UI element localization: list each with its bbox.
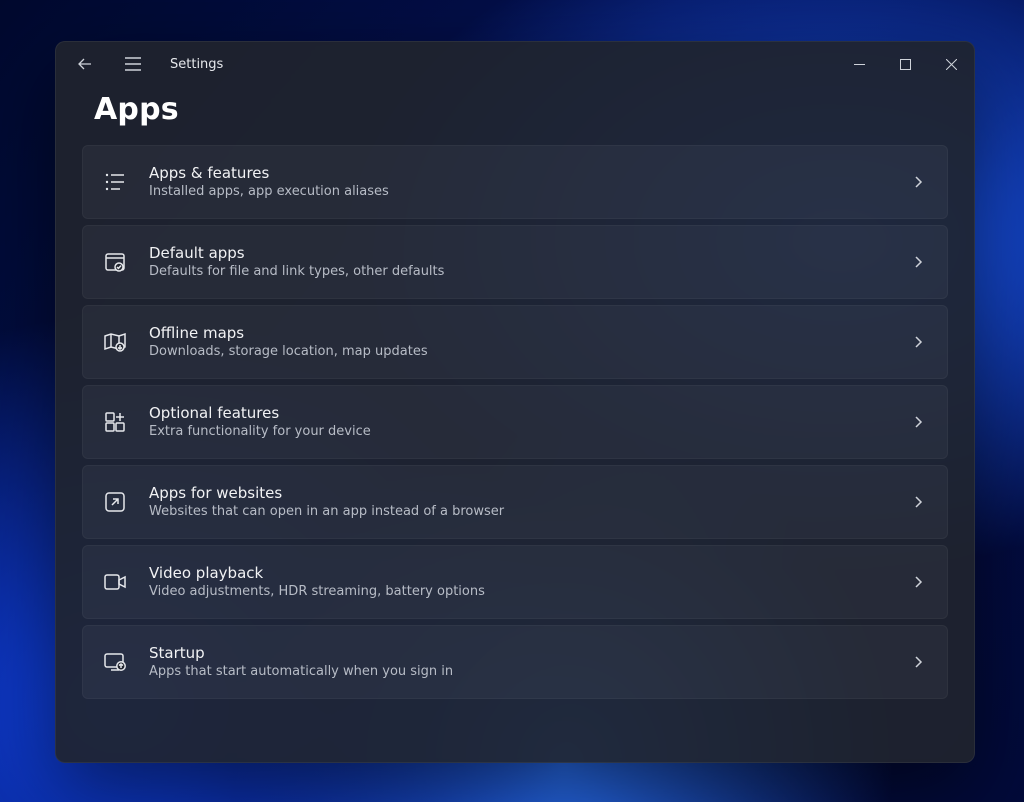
item-subtitle: Extra functionality for your device [149, 424, 909, 440]
item-subtitle: Websites that can open in an app instead… [149, 504, 909, 520]
item-text: Apps for websites Websites that can open… [149, 484, 909, 521]
maximize-icon [900, 59, 911, 70]
item-subtitle: Downloads, storage location, map updates [149, 344, 909, 360]
chevron-right-icon [909, 653, 927, 671]
titlebar-left: Settings [70, 49, 223, 79]
settings-window: Settings Apps Apps & [55, 41, 975, 763]
item-title: Apps for websites [149, 484, 909, 503]
video-playback-icon [101, 568, 129, 596]
item-text: Offline maps Downloads, storage location… [149, 324, 909, 361]
startup-icon [101, 648, 129, 676]
item-title: Offline maps [149, 324, 909, 343]
chevron-right-icon [909, 253, 927, 271]
item-apps-for-websites[interactable]: Apps for websites Websites that can open… [82, 465, 948, 539]
window-controls [836, 48, 974, 80]
item-subtitle: Installed apps, app execution aliases [149, 184, 909, 200]
item-text: Optional features Extra functionality fo… [149, 404, 909, 441]
item-title: Startup [149, 644, 909, 663]
minimize-icon [854, 59, 865, 70]
item-subtitle: Video adjustments, HDR streaming, batter… [149, 584, 909, 600]
hamburger-icon [124, 57, 142, 71]
chevron-right-icon [909, 493, 927, 511]
close-button[interactable] [928, 48, 974, 80]
item-video-playback[interactable]: Video playback Video adjustments, HDR st… [82, 545, 948, 619]
apps-websites-icon [101, 488, 129, 516]
settings-list: Apps & features Installed apps, app exec… [56, 145, 974, 699]
minimize-button[interactable] [836, 48, 882, 80]
maximize-button[interactable] [882, 48, 928, 80]
offline-maps-icon [101, 328, 129, 356]
optional-features-icon [101, 408, 129, 436]
page-title: Apps [94, 92, 974, 127]
item-subtitle: Defaults for file and link types, other … [149, 264, 909, 280]
app-title: Settings [170, 57, 223, 72]
titlebar: Settings [56, 42, 974, 86]
item-text: Apps & features Installed apps, app exec… [149, 164, 909, 201]
item-title: Optional features [149, 404, 909, 423]
nav-menu-button[interactable] [118, 49, 148, 79]
item-subtitle: Apps that start automatically when you s… [149, 664, 909, 680]
chevron-right-icon [909, 413, 927, 431]
back-arrow-icon [77, 56, 93, 72]
item-title: Default apps [149, 244, 909, 263]
item-text: Default apps Defaults for file and link … [149, 244, 909, 281]
apps-features-icon [101, 168, 129, 196]
item-default-apps[interactable]: Default apps Defaults for file and link … [82, 225, 948, 299]
item-offline-maps[interactable]: Offline maps Downloads, storage location… [82, 305, 948, 379]
item-text: Startup Apps that start automatically wh… [149, 644, 909, 681]
item-title: Apps & features [149, 164, 909, 183]
item-optional-features[interactable]: Optional features Extra functionality fo… [82, 385, 948, 459]
item-text: Video playback Video adjustments, HDR st… [149, 564, 909, 601]
close-icon [946, 59, 957, 70]
item-startup[interactable]: Startup Apps that start automatically wh… [82, 625, 948, 699]
chevron-right-icon [909, 573, 927, 591]
item-title: Video playback [149, 564, 909, 583]
item-apps-features[interactable]: Apps & features Installed apps, app exec… [82, 145, 948, 219]
chevron-right-icon [909, 333, 927, 351]
back-button[interactable] [70, 49, 100, 79]
default-apps-icon [101, 248, 129, 276]
chevron-right-icon [909, 173, 927, 191]
